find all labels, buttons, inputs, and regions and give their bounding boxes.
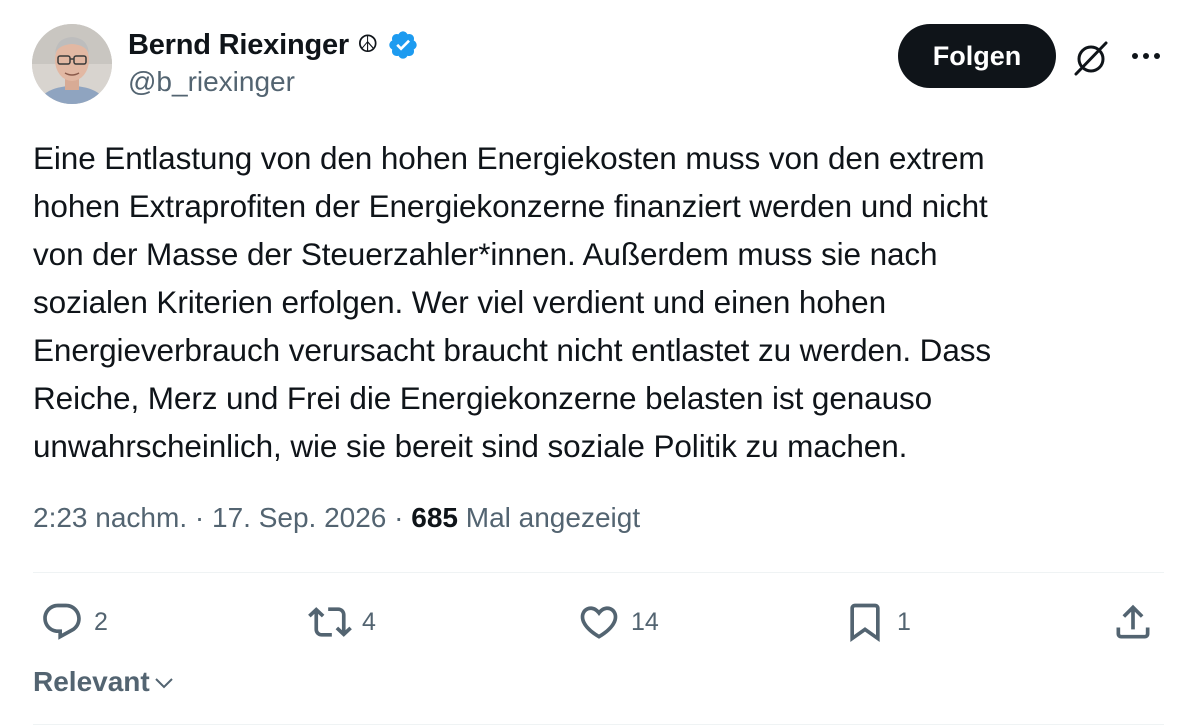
- share-icon: [1116, 604, 1150, 639]
- reply-button[interactable]: 2: [40, 600, 108, 644]
- share-button[interactable]: [1111, 600, 1155, 644]
- like-button[interactable]: 14: [577, 600, 659, 644]
- author-name-row: Bernd Riexinger ☮: [128, 27, 419, 63]
- like-count: 14: [631, 607, 659, 636]
- reply-count: 2: [94, 607, 108, 636]
- author-name[interactable]: Bernd Riexinger: [128, 29, 349, 62]
- tweet-time[interactable]: 2:23 nachm.: [33, 502, 187, 534]
- tweet-date[interactable]: 17. Sep. 2026: [212, 502, 386, 534]
- grok-icon[interactable]: [1071, 38, 1111, 78]
- follow-button[interactable]: Folgen: [898, 24, 1056, 88]
- tweet-meta: 2:23 nachm. · 17. Sep. 2026 · 685 Mal an…: [33, 502, 640, 534]
- peace-emoji: ☮: [357, 31, 379, 58]
- chevron-down-icon: [155, 678, 173, 689]
- tweet-text: Eine Entlastung von den hohen Energiekos…: [33, 140, 992, 464]
- avatar-image: [32, 24, 112, 104]
- bookmark-button[interactable]: 1: [843, 600, 911, 644]
- reply-icon: [43, 603, 81, 640]
- divider: [33, 572, 1164, 573]
- meta-separator: ·: [187, 502, 212, 533]
- divider: [33, 724, 1164, 725]
- retweet-button[interactable]: 4: [308, 600, 376, 644]
- bookmark-icon: [850, 603, 880, 643]
- verified-badge-icon[interactable]: [387, 29, 419, 61]
- retweet-icon: [308, 607, 352, 637]
- author-handle[interactable]: @b_riexinger: [128, 66, 295, 98]
- meta-separator: ·: [386, 502, 412, 533]
- views-count: 685: [411, 502, 458, 533]
- retweet-count: 4: [362, 607, 376, 636]
- heart-icon: [580, 606, 618, 639]
- more-icon[interactable]: [1128, 42, 1164, 70]
- avatar[interactable]: [32, 24, 112, 104]
- sort-relevant-dropdown[interactable]: Relevant: [33, 666, 176, 698]
- bookmark-count: 1: [897, 607, 911, 636]
- views-label: Mal angezeigt: [457, 502, 641, 533]
- sort-label: Relevant: [33, 666, 150, 697]
